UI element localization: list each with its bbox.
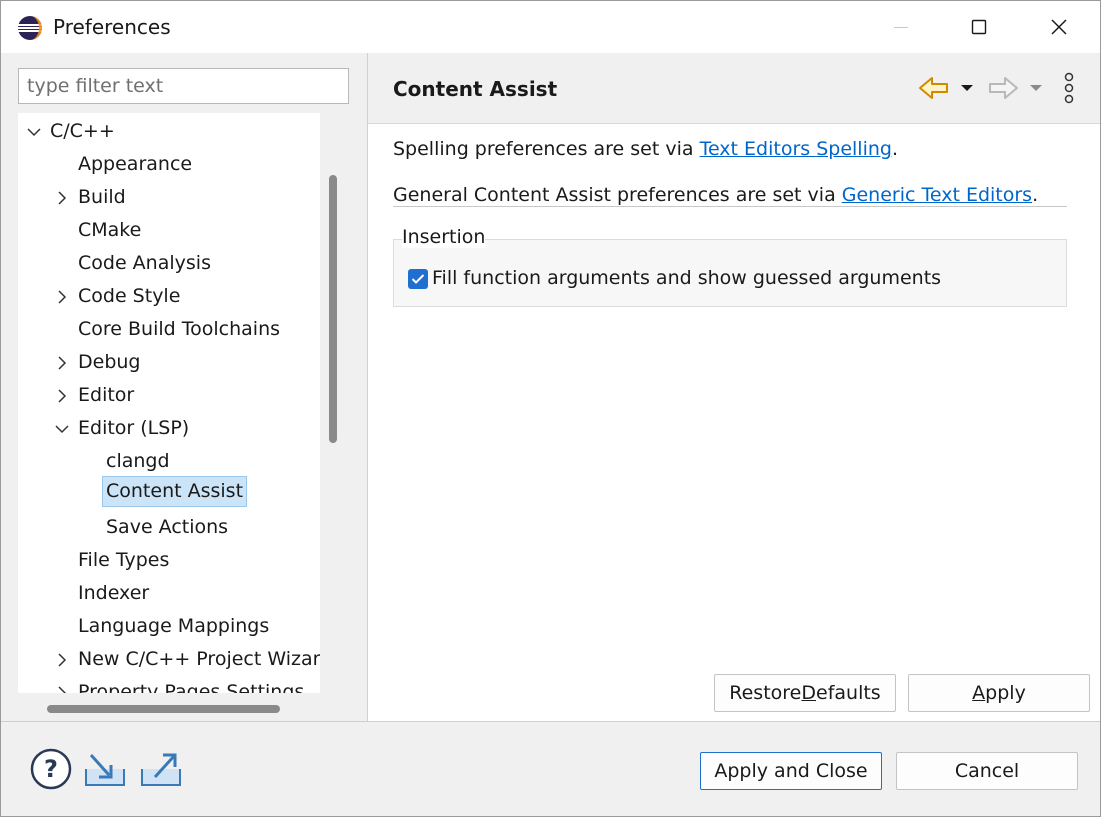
eclipse-app-icon xyxy=(18,16,42,40)
vertical-scroll-thumb[interactable] xyxy=(329,175,337,443)
preference-page: Content Assist Spelling preferences are … xyxy=(368,53,1100,721)
tree-item-label: Build xyxy=(78,186,126,208)
chevron-down-icon[interactable] xyxy=(52,412,72,445)
apply-label-post: pply xyxy=(985,682,1026,704)
maximize-button[interactable] xyxy=(939,1,1019,53)
title-bar[interactable]: Preferences xyxy=(1,1,1100,53)
tree-item-label: New C/C++ Project Wizard xyxy=(78,648,333,670)
more-vertical-icon xyxy=(1064,72,1074,104)
chevron-down-icon[interactable] xyxy=(1029,83,1043,93)
filter-input[interactable] xyxy=(18,68,349,104)
minimize-button[interactable] xyxy=(861,1,941,53)
insertion-group-title: Insertion xyxy=(402,226,486,248)
apply-and-close-button[interactable]: Apply and Close xyxy=(700,752,882,790)
preference-tree[interactable]: C/C++ Appearance Build CMake Code Analys… xyxy=(18,113,349,721)
close-icon xyxy=(1051,19,1067,35)
arrow-left-icon xyxy=(919,77,948,99)
restore-defaults-label-pre: Restore xyxy=(729,682,802,704)
close-button[interactable] xyxy=(1019,1,1099,53)
tree-item-label: Debug xyxy=(78,351,141,373)
tree-item-label: Code Analysis xyxy=(78,252,211,274)
page-title: Content Assist xyxy=(393,77,558,101)
chevron-right-icon[interactable] xyxy=(52,346,72,379)
chevron-right-icon[interactable] xyxy=(52,181,72,214)
tree-item-label: Editor (LSP) xyxy=(78,417,190,439)
tree-item-label: Code Style xyxy=(78,285,181,307)
back-button[interactable] xyxy=(918,71,974,105)
apply-button[interactable]: Apply xyxy=(908,674,1090,712)
general-info-suffix: . xyxy=(1032,184,1039,206)
minimize-icon xyxy=(894,27,908,28)
restore-defaults-button[interactable]: Restore Defaults xyxy=(714,674,896,712)
dialog-button-bar: ? Apply and Close Cancel xyxy=(1,722,1100,816)
help-icon[interactable]: ? xyxy=(29,747,73,791)
content-separator xyxy=(393,206,1067,207)
chevron-right-icon[interactable] xyxy=(52,379,72,412)
general-info: General Content Assist preferences are s… xyxy=(393,184,1038,206)
view-menu-button[interactable] xyxy=(1062,71,1076,105)
chevron-right-icon[interactable] xyxy=(52,643,72,676)
tree-item-label: CMake xyxy=(78,219,142,241)
svg-text:?: ? xyxy=(44,755,58,783)
spelling-info-suffix: . xyxy=(891,138,898,160)
export-icon[interactable] xyxy=(139,747,183,791)
tree-item-label: File Types xyxy=(78,549,170,571)
forward-button[interactable] xyxy=(987,71,1043,105)
fill-arguments-checkbox[interactable] xyxy=(408,269,428,289)
import-icon[interactable] xyxy=(83,747,127,791)
tree-item-label: Save Actions xyxy=(106,516,229,538)
tree-item-label: Editor xyxy=(78,384,135,406)
tree-item-label: Core Build Toolchains xyxy=(78,318,281,340)
fill-arguments-label[interactable]: Fill function arguments and show guessed… xyxy=(432,267,941,289)
general-info-text: General Content Assist preferences are s… xyxy=(393,184,842,206)
tree-item-label: Indexer xyxy=(78,582,150,604)
navigation-panel: C/C++ Appearance Build CMake Code Analys… xyxy=(1,53,367,721)
maximize-icon xyxy=(971,19,987,35)
generic-text-editors-link[interactable]: Generic Text Editors xyxy=(842,184,1032,206)
tree-item-label: Content Assist xyxy=(102,476,248,507)
chevron-down-icon[interactable] xyxy=(960,83,974,93)
horizontal-scroll-thumb[interactable] xyxy=(47,705,280,713)
tree-item-label: Appearance xyxy=(78,153,193,175)
apply-mnemonic: A xyxy=(972,682,986,704)
chevron-down-icon[interactable] xyxy=(24,115,44,148)
tree-item-label: C/C++ xyxy=(50,120,115,142)
window-title: Preferences xyxy=(53,15,171,39)
text-editors-spelling-link[interactable]: Text Editors Spelling xyxy=(700,138,892,160)
spelling-info: Spelling preferences are set via Text Ed… xyxy=(393,138,898,160)
arrow-right-icon xyxy=(989,77,1018,99)
preferences-window: Preferences C/C++ Appearance Build xyxy=(0,0,1101,817)
page-content: Spelling preferences are set via Text Ed… xyxy=(368,124,1100,721)
tree-item-label: Language Mappings xyxy=(78,615,270,637)
cancel-button[interactable]: Cancel xyxy=(896,752,1078,790)
spelling-info-text: Spelling preferences are set via xyxy=(393,138,700,160)
restore-defaults-mnemonic: D xyxy=(801,682,817,704)
restore-defaults-label-post: efaults xyxy=(816,682,881,704)
check-icon xyxy=(411,274,425,284)
tree-item-label: clangd xyxy=(106,450,170,472)
chevron-right-icon[interactable] xyxy=(52,280,72,313)
